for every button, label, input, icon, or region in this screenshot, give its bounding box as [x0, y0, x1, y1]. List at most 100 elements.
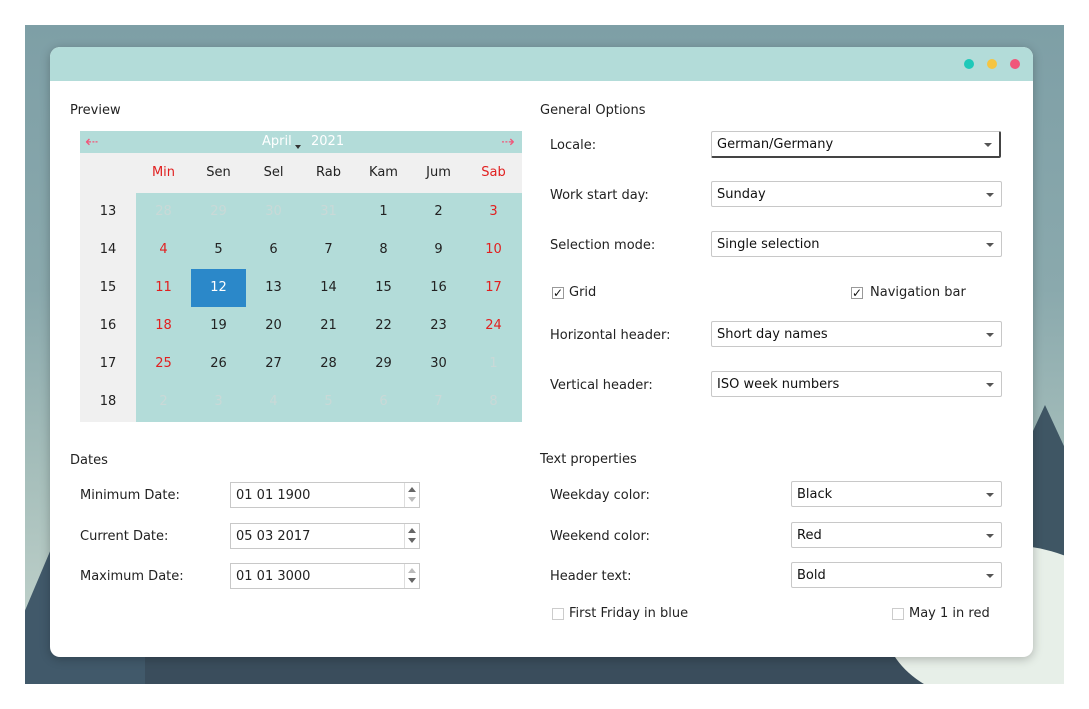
day-cell[interactable]: 2 [411, 193, 466, 231]
day-cell[interactable]: 19 [191, 307, 246, 345]
day-cell[interactable]: 29 [191, 193, 246, 231]
day-cell[interactable]: 25 [136, 345, 191, 383]
day-cell[interactable]: 5 [191, 231, 246, 269]
title-bar[interactable] [50, 47, 1033, 81]
day-cell[interactable]: 17 [466, 269, 521, 307]
day-cell[interactable]: 6 [356, 383, 411, 421]
current-date-edit[interactable]: 05 03 2017 [230, 523, 420, 549]
calendar-widget[interactable]: ⇠ April 2021 ⇢ Min Sen Sel Rab Kam Jum Sab 13 1… [80, 131, 522, 422]
preview-group-title: Preview [70, 103, 121, 118]
weekday-color-label: Weekday color: [550, 488, 650, 503]
weekend-color-label: Weekend color: [550, 529, 650, 544]
selection-mode-value: Single selection [717, 237, 820, 252]
day-cell[interactable]: 29 [356, 345, 411, 383]
minimize-button[interactable] [964, 59, 974, 69]
current-date-label: Current Date: [80, 529, 169, 544]
work-start-day-combo[interactable]: Sunday [711, 181, 1002, 207]
chevron-down-icon [986, 193, 994, 197]
day-cell[interactable]: 3 [191, 383, 246, 421]
minimum-date-edit[interactable]: 01 01 1900 [230, 482, 420, 508]
work-start-day-value: Sunday [717, 187, 766, 202]
day-cell[interactable]: 7 [301, 231, 356, 269]
day-cell[interactable]: 27 [246, 345, 301, 383]
vertical-header-value: ISO week numbers [717, 377, 840, 392]
chevron-down-icon [986, 383, 994, 387]
month-selector[interactable]: April [262, 134, 292, 149]
spin-buttons[interactable] [404, 524, 419, 548]
locale-label: Locale: [550, 138, 597, 153]
arrow-left-icon[interactable]: ⇠ [85, 132, 98, 151]
may-first-checkbox[interactable] [892, 608, 904, 620]
day-cell[interactable]: 16 [411, 269, 466, 307]
day-cell[interactable]: 28 [136, 193, 191, 231]
day-cell[interactable]: 8 [466, 383, 521, 421]
text-properties-group-title: Text properties [540, 452, 637, 467]
grid-checkbox[interactable]: ✓ [552, 287, 564, 299]
day-cell[interactable]: 3 [466, 193, 521, 231]
maximize-button[interactable] [987, 59, 997, 69]
day-cell[interactable]: 12 [191, 269, 246, 307]
day-cell[interactable]: 2 [136, 383, 191, 421]
navigation-bar-label: Navigation bar [870, 285, 966, 300]
chevron-down-icon [986, 493, 994, 497]
day-cell[interactable]: 22 [356, 307, 411, 345]
day-cell[interactable]: 30 [246, 193, 301, 231]
day-header: Kam [369, 165, 398, 180]
selection-mode-combo[interactable]: Single selection [711, 231, 1002, 257]
year-selector[interactable]: 2021 [311, 134, 344, 149]
day-cell[interactable]: 14 [301, 269, 356, 307]
week-number: 14 [99, 242, 117, 257]
day-cell[interactable]: 31 [301, 193, 356, 231]
day-cell[interactable]: 9 [411, 231, 466, 269]
day-cell[interactable]: 6 [246, 231, 301, 269]
day-cell[interactable]: 15 [356, 269, 411, 307]
selection-mode-label: Selection mode: [550, 238, 656, 253]
day-cell[interactable]: 7 [411, 383, 466, 421]
weekend-color-value: Red [797, 528, 822, 543]
navigation-bar-checkbox[interactable]: ✓ [851, 287, 863, 299]
maximum-date-value: 01 01 3000 [236, 569, 311, 584]
day-cell[interactable]: 8 [356, 231, 411, 269]
day-cell[interactable]: 28 [301, 345, 356, 383]
locale-combo[interactable]: German/Germany [711, 131, 1001, 158]
first-friday-checkbox[interactable] [552, 608, 564, 620]
grid-label: Grid [569, 285, 597, 300]
locale-value: German/Germany [717, 137, 834, 152]
chevron-down-icon [986, 243, 994, 247]
horizontal-header-combo[interactable]: Short day names [711, 321, 1002, 347]
days-grid: 28 29 30 31 1 2 3 4 5 6 7 8 9 10 11 12 13 14 15 16 17 18 19 20 2… [136, 193, 522, 422]
horizontal-header-value: Short day names [717, 327, 828, 342]
day-cell[interactable]: 1 [466, 345, 521, 383]
day-cell[interactable]: 4 [246, 383, 301, 421]
header-text-label: Header text: [550, 569, 632, 584]
header-text-combo[interactable]: Bold [791, 562, 1002, 588]
day-cell[interactable]: 1 [356, 193, 411, 231]
day-cell[interactable]: 24 [466, 307, 521, 345]
spin-up-icon [408, 487, 416, 492]
day-cell[interactable]: 21 [301, 307, 356, 345]
day-cell[interactable]: 30 [411, 345, 466, 383]
day-cell[interactable]: 23 [411, 307, 466, 345]
day-cell[interactable]: 20 [246, 307, 301, 345]
day-cell[interactable]: 11 [136, 269, 191, 307]
spin-buttons[interactable] [404, 483, 419, 507]
day-cell[interactable]: 13 [246, 269, 301, 307]
day-cell[interactable]: 10 [466, 231, 521, 269]
first-friday-label: First Friday in blue [569, 606, 689, 621]
weekend-color-combo[interactable]: Red [791, 522, 1002, 548]
day-header: Sel [263, 165, 284, 180]
spin-buttons[interactable] [404, 564, 419, 588]
maximum-date-edit[interactable]: 01 01 3000 [230, 563, 420, 589]
vertical-header-combo[interactable]: ISO week numbers [711, 371, 1002, 397]
day-cell[interactable]: 5 [301, 383, 356, 421]
day-cell[interactable]: 26 [191, 345, 246, 383]
may-first-label: May 1 in red [909, 606, 990, 621]
day-header: Sen [206, 165, 231, 180]
general-options-group-title: General Options [540, 103, 646, 118]
current-date-value: 05 03 2017 [236, 529, 311, 544]
weekday-color-combo[interactable]: Black [791, 481, 1002, 507]
close-button[interactable] [1010, 59, 1020, 69]
day-cell[interactable]: 4 [136, 231, 191, 269]
day-cell[interactable]: 18 [136, 307, 191, 345]
arrow-right-icon[interactable]: ⇢ [501, 132, 514, 151]
